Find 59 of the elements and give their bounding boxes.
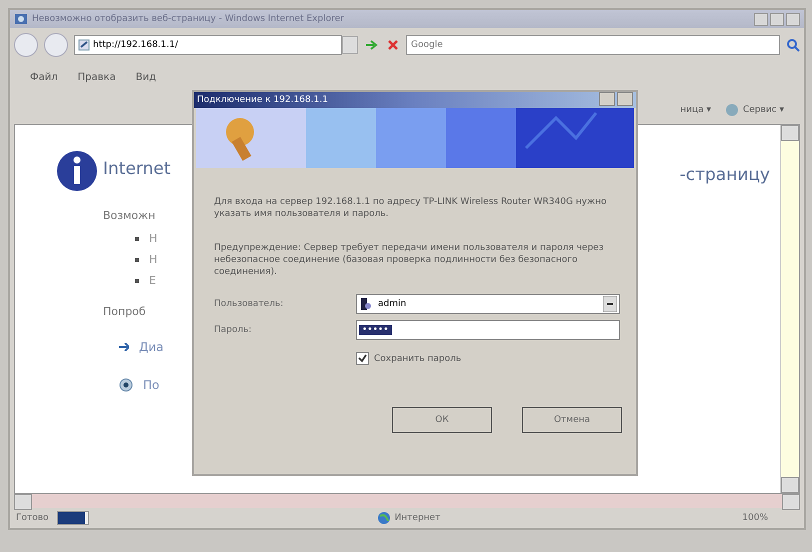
- scroll-left-button[interactable]: [14, 494, 32, 510]
- link[interactable]: По: [143, 378, 160, 392]
- dialog-message: Для входа на сервер 192.168.1.1 по адресу TP-LINK Wireless Router WR340G нужно указать имя пользователя и пароль.: [214, 196, 608, 220]
- menu-item[interactable]: Файл: [30, 72, 58, 86]
- back-button[interactable]: [14, 33, 38, 57]
- bullet-icon: [135, 258, 139, 262]
- stop-icon[interactable]: [386, 38, 400, 52]
- checkbox[interactable]: [356, 352, 369, 365]
- list-item: Н: [149, 253, 158, 266]
- user-combo-box[interactable]: admin: [356, 294, 620, 314]
- checkbox-label: Сохранить пароль: [374, 354, 462, 364]
- cancel-button[interactable]: Отмена: [522, 407, 622, 433]
- page-icon: [78, 39, 90, 51]
- list-item: Е: [149, 274, 156, 287]
- dropdown-icon[interactable]: [603, 296, 617, 312]
- maximize-button[interactable]: [770, 12, 784, 26]
- search-field[interactable]: Google: [406, 35, 780, 55]
- toolbar-button[interactable]: ница ▾: [680, 105, 711, 115]
- close-button[interactable]: [617, 92, 633, 106]
- globe-icon: [376, 511, 391, 525]
- bullet-icon: [135, 278, 139, 282]
- horizontal-scrollbar[interactable]: [14, 494, 800, 508]
- zoom-level[interactable]: 100%: [742, 513, 768, 523]
- check-icon: [358, 354, 367, 363]
- ok-button[interactable]: ОК: [392, 407, 492, 433]
- bullet-icon: [135, 236, 139, 240]
- toolbar-button[interactable]: Сервис ▾: [724, 103, 784, 117]
- search-icon[interactable]: [786, 38, 800, 52]
- dropdown-button[interactable]: [342, 36, 358, 54]
- zone-text: Интернет: [394, 513, 440, 523]
- minimize-button[interactable]: [754, 12, 768, 26]
- close-button[interactable]: [786, 12, 800, 26]
- field-label: Пользователь:: [214, 299, 284, 309]
- menu-item[interactable]: Правка: [78, 72, 116, 86]
- window-title: Невозможно отобразить веб-страницу - Windows Internet Explorer: [32, 14, 345, 24]
- help-button[interactable]: [599, 92, 615, 106]
- arrow-icon: [119, 343, 129, 351]
- dialog-title: Подключение к 192.168.1.1: [197, 95, 328, 105]
- page-text: Возможн: [103, 209, 156, 222]
- dialog-warning: Предупреждение: Сервер требует передачи имени пользователя и пароля через небезопасное соединение (базовая проверка подлинности без безопасного соединения).: [214, 242, 605, 278]
- link[interactable]: Диа: [139, 340, 164, 354]
- address-field[interactable]: http://192.168.1.1/: [74, 35, 342, 55]
- scroll-up-button[interactable]: [781, 125, 799, 141]
- scroll-right-button[interactable]: [782, 494, 800, 510]
- page-text: Попроб: [103, 305, 147, 318]
- browser-icon: [14, 13, 28, 25]
- user-icon: [359, 297, 373, 311]
- menu-item[interactable]: Вид: [136, 72, 156, 86]
- field-label: Пароль:: [214, 325, 253, 335]
- status-text: Готово: [16, 513, 49, 523]
- go-arrow-icon[interactable]: [364, 38, 380, 52]
- scroll-down-button[interactable]: [781, 477, 799, 493]
- password-field[interactable]: •••••: [356, 320, 620, 340]
- forward-button[interactable]: [44, 33, 68, 57]
- page-heading: -страницу: [680, 165, 770, 187]
- page-heading: Internet: [103, 159, 172, 179]
- info-icon: [55, 149, 99, 193]
- vertical-scrollbar[interactable]: [780, 125, 799, 493]
- list-item: Н: [149, 232, 158, 245]
